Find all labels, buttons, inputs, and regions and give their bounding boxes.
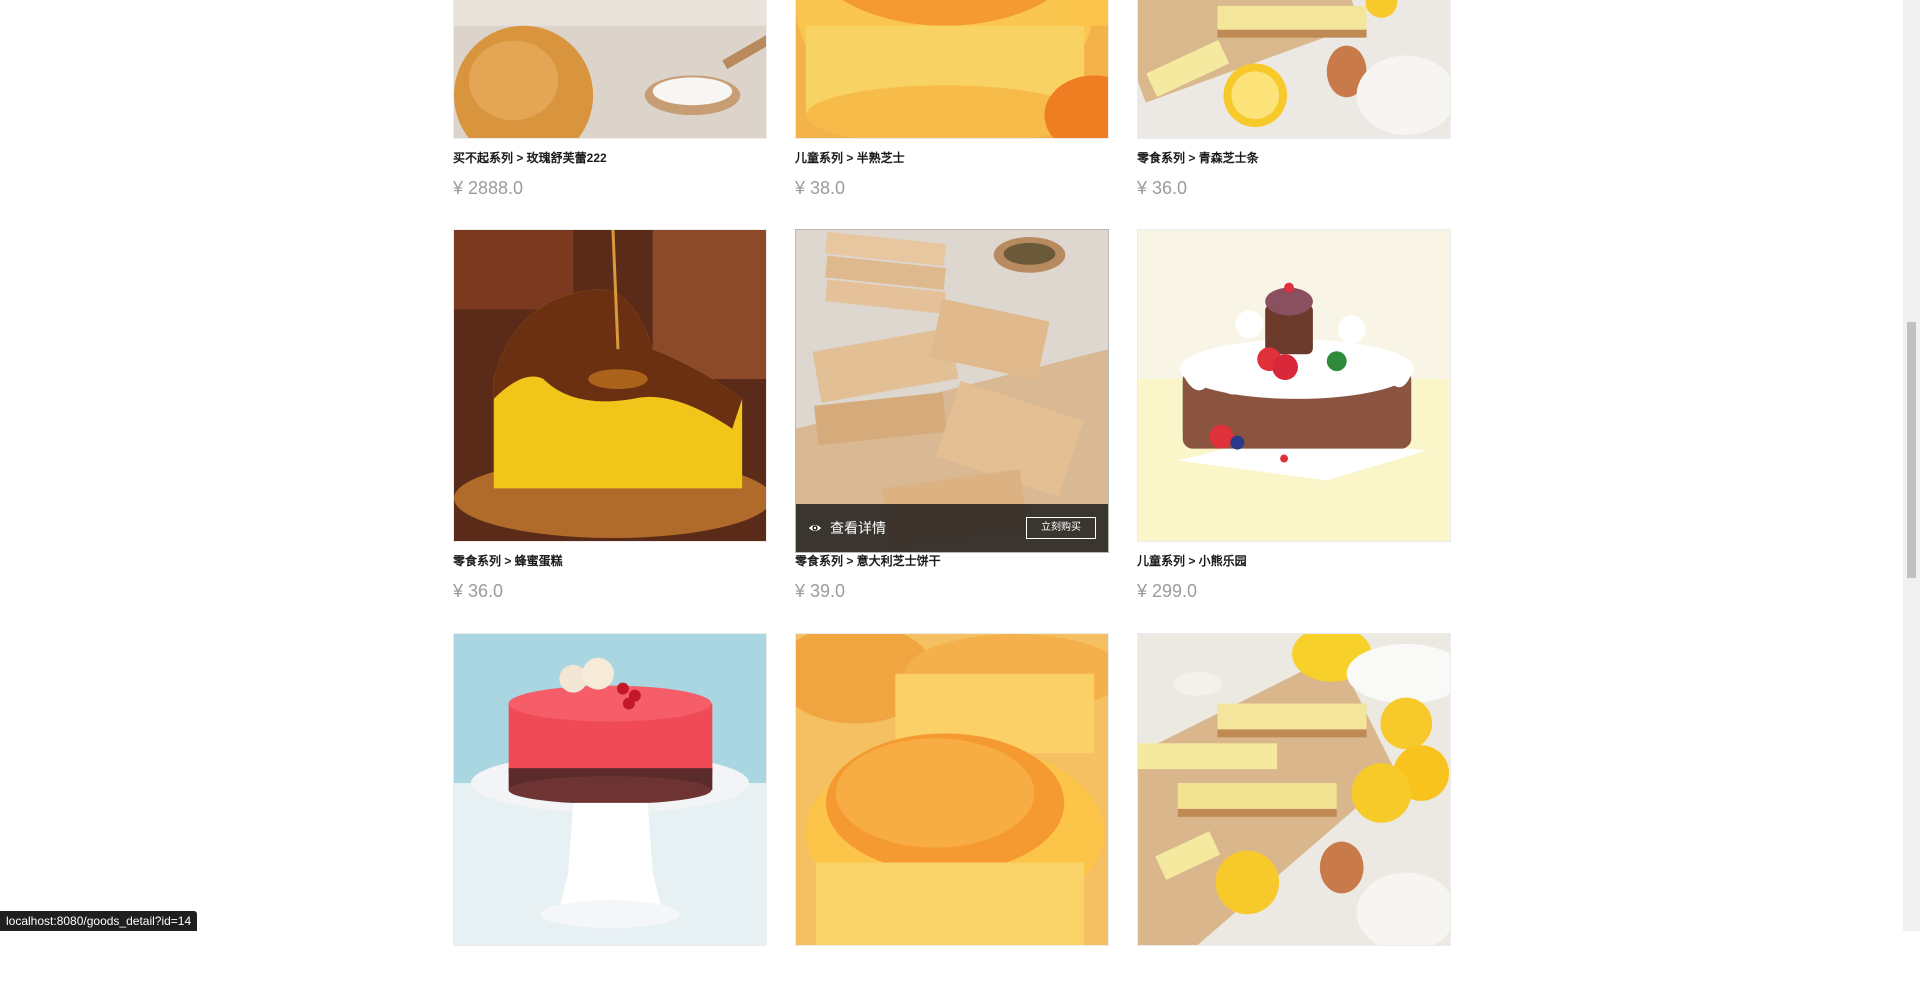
product-card[interactable]: 儿童系列 > 半熟芝士 ¥ 38.0 — [795, 0, 1109, 198]
product-title[interactable] — [453, 957, 767, 973]
eye-icon — [808, 524, 822, 532]
product-card[interactable]: 查看详情 立刻购买 零食系列 > 意大利芝士饼干 ¥ 39.0 — [795, 229, 1109, 601]
product-image[interactable] — [453, 633, 767, 946]
product-image[interactable] — [1137, 0, 1451, 139]
product-image[interactable] — [1137, 229, 1451, 542]
view-detail-label: 查看详情 — [830, 520, 886, 536]
product-card[interactable]: 零食系列 > 蜂蜜蛋糕 ¥ 36.0 — [453, 229, 767, 601]
buy-now-button[interactable]: 立刻购买 — [1026, 517, 1096, 539]
product-image[interactable] — [795, 633, 1109, 946]
cheese-bar-photo — [1138, 0, 1450, 138]
product-card[interactable]: 儿童系列 > 小熊乐园 ¥ 299.0 — [1137, 229, 1451, 601]
product-title[interactable]: 儿童系列 > 半熟芝士 — [795, 150, 1109, 166]
status-bar-url: localhost:8080/goods_detail?id=14 — [0, 911, 198, 931]
vertical-scrollbar[interactable] — [1903, 0, 1920, 931]
product-image[interactable] — [453, 229, 767, 542]
scrollbar-thumb[interactable] — [1907, 322, 1916, 578]
cheese-bar-photo — [1138, 634, 1450, 945]
bear-cake-photo — [1138, 230, 1450, 541]
product-card[interactable]: 零食系列 > 青森芝士条 ¥ 36.0 — [1137, 0, 1451, 198]
cheese-tart-photo — [796, 0, 1108, 138]
hover-overlay: 查看详情 立刻购买 — [796, 504, 1108, 552]
product-price: ¥ 36.0 — [453, 581, 504, 601]
macaron-photo — [454, 0, 766, 138]
product-card[interactable] — [1137, 633, 1451, 985]
product-image[interactable] — [795, 0, 1109, 139]
product-title[interactable]: 儿童系列 > 小熊乐园 — [1137, 553, 1451, 569]
red-mousse-cake-photo — [454, 634, 766, 945]
product-image[interactable] — [1137, 633, 1451, 946]
view-detail-link[interactable]: 查看详情 — [808, 518, 886, 538]
product-image[interactable]: 查看详情 立刻购买 — [795, 229, 1109, 553]
product-title[interactable] — [795, 957, 1109, 973]
product-title[interactable]: 零食系列 > 蜂蜜蛋糕 — [453, 553, 767, 569]
product-title[interactable] — [1137, 957, 1451, 973]
product-title[interactable]: 零食系列 > 意大利芝士饼干 — [795, 553, 1109, 569]
product-image[interactable] — [453, 0, 767, 139]
product-price: ¥ 36.0 — [1137, 178, 1188, 198]
cheese-tart-photo — [796, 634, 1108, 945]
product-price: ¥ 2888.0 — [453, 178, 524, 198]
product-title[interactable]: 买不起系列 > 玫瑰舒芙蕾222 — [453, 150, 767, 166]
product-price: ¥ 39.0 — [795, 581, 846, 601]
product-price: ¥ 38.0 — [795, 178, 846, 198]
product-title[interactable]: 零食系列 > 青森芝士条 — [1137, 150, 1451, 166]
product-price: ¥ 299.0 — [1137, 581, 1198, 601]
product-card[interactable] — [453, 633, 767, 985]
product-card[interactable] — [795, 633, 1109, 985]
product-card[interactable]: 买不起系列 > 玫瑰舒芙蕾222 ¥ 2888.0 — [453, 0, 767, 198]
honey-cake-photo — [454, 230, 766, 541]
